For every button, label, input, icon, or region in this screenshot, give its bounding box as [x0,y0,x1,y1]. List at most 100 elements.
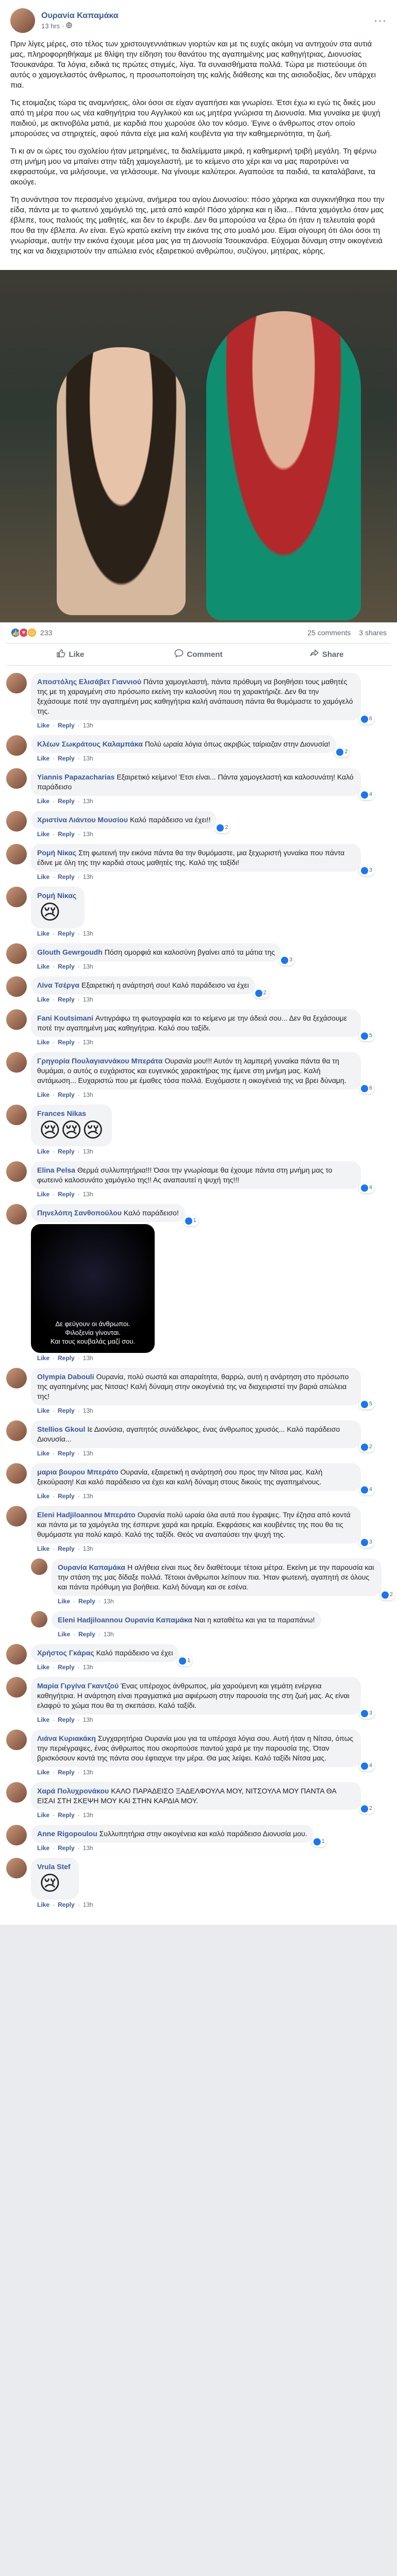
commenter-name[interactable]: Frances Nikas [37,1109,86,1117]
comment-like-link[interactable]: Like [37,1493,49,1500]
comment-time[interactable]: 13h [83,1450,93,1457]
commenter-avatar[interactable] [6,735,27,756]
mention-tag[interactable]: Μπεράτο [104,1511,136,1519]
comment-reply-link[interactable]: Reply [58,1407,75,1414]
comment-image[interactable]: Δε φεύγουν οι άνθρωποι. Φιλοξενία γίνοντα… [31,1224,155,1353]
comment-reply-link[interactable]: Reply [58,1091,75,1098]
comment-like-link[interactable]: Like [37,873,49,880]
commenter-name[interactable]: Αποστόλης Ελισάβετ Γιαννιού [37,677,141,686]
comment-reactions[interactable]: 4 [358,1760,374,1771]
comment-reply-link[interactable]: Reply [58,930,75,937]
comment-time[interactable]: 13h [83,722,93,729]
comment-reactions[interactable]: 1 [177,1655,193,1666]
comment-reactions[interactable]: 3 [358,1537,374,1548]
comment-time[interactable]: 13h [83,1091,93,1098]
commenter-name[interactable]: Γρηγορία Πουλαγιαννάκου [37,1057,129,1065]
mention-tag[interactable]: Ουρανία Καπαμάκα [125,1616,192,1624]
commenter-name[interactable]: Stellios Gkoul [37,1425,85,1433]
commenter-avatar[interactable] [6,1825,27,1845]
reactions-count[interactable]: 233 [40,629,301,637]
comment-reply-link[interactable]: Reply [58,1191,75,1198]
commenter-name[interactable]: Κλέων Σωκράτους Καλαμπάκα [37,740,143,748]
commenter-avatar[interactable] [6,976,27,997]
comment-reply-link[interactable]: Reply [58,1148,75,1155]
commenter-avatar[interactable] [6,1204,27,1225]
reaction-icons[interactable]: 👍 ♥ ☹ [10,628,37,638]
commenter-name[interactable]: Yiannis Papazacharias [37,773,114,781]
comment-reply-link[interactable]: Reply [58,1844,75,1852]
commenter-avatar[interactable] [6,673,27,693]
comment-reactions[interactable]: 3 [358,865,374,876]
comment-time[interactable]: 13h [83,1811,93,1819]
comment-reply-link[interactable]: Reply [58,1450,75,1457]
comment-reactions[interactable]: 1 [311,1836,327,1847]
commenter-name[interactable]: Fani Koutsimani [37,1014,93,1022]
comment-like-link[interactable]: Like [37,1844,49,1852]
comment-time[interactable]: 13h [83,798,93,805]
comment-reply-link[interactable]: Reply [58,1811,75,1819]
comment-time[interactable]: 13h [83,831,93,838]
comment-time[interactable]: 13h [104,1598,114,1605]
comment-like-link[interactable]: Like [58,1631,70,1638]
comment-reply-link[interactable]: Reply [58,996,75,1003]
comment-like-link[interactable]: Like [37,1148,49,1155]
comment-reactions[interactable]: 1 [183,1215,198,1226]
commenter-avatar[interactable] [6,1782,27,1803]
comment-time[interactable]: 13h [83,1148,93,1155]
comment-reactions[interactable]: 2 [214,822,230,833]
comment-like-link[interactable]: Like [37,1407,49,1414]
comment-reply-link[interactable]: Reply [58,1354,75,1362]
comment-reactions[interactable]: 2 [358,1803,374,1814]
commenter-name[interactable]: Vrula Stef [37,1862,71,1871]
comment-like-link[interactable]: Like [37,1769,49,1776]
comment-like-link[interactable]: Like [37,1450,49,1457]
commenter-avatar[interactable] [6,887,27,907]
commenter-avatar[interactable] [6,1368,27,1388]
comment-like-link[interactable]: Like [37,996,49,1003]
commenter-avatar[interactable] [6,1161,27,1182]
comment-reply-link[interactable]: Reply [78,1631,95,1638]
commenter-avatar[interactable] [6,1463,27,1484]
commenter-avatar[interactable] [6,1677,27,1698]
comment-reactions[interactable]: 2 [334,747,350,757]
comments-count[interactable]: 25 comments [307,629,351,637]
comment-reply-link[interactable]: Reply [58,1493,75,1500]
comment-reactions[interactable]: 3 [358,1708,374,1719]
share-button[interactable]: Share [262,643,391,665]
like-button[interactable]: Like [6,643,135,665]
commenter-name[interactable]: Olympia Dabouli [37,1372,94,1381]
comment-like-link[interactable]: Like [37,930,49,937]
commenter-avatar[interactable] [6,1858,27,1878]
comment-time[interactable]: 13h [83,1545,93,1552]
comment-reactions[interactable]: 6 [358,1083,374,1094]
comment-time[interactable]: 13h [83,1493,93,1500]
commenter-avatar[interactable] [31,1611,47,1628]
comment-reply-link[interactable]: Reply [58,1716,75,1723]
comment-like-link[interactable]: Like [37,755,49,762]
shares-count[interactable]: 3 shares [359,629,387,637]
comment-reply-link[interactable]: Reply [58,1664,75,1671]
comment-time[interactable]: 13h [83,1039,93,1046]
commenter-name[interactable]: Anne Rigopoulou [37,1829,97,1838]
comment-reactions[interactable]: 5 [358,1399,374,1410]
comment-like-link[interactable]: Like [37,798,49,805]
commenter-avatar[interactable] [6,1052,27,1073]
comment-like-link[interactable]: Like [37,1039,49,1046]
comment-reactions[interactable]: 3 [279,955,295,965]
comment-reply-link[interactable]: Reply [58,798,75,805]
comment-reactions[interactable]: 4 [358,1182,374,1193]
commenter-name[interactable]: Λιάνα Κυριακάκη [37,1734,96,1742]
commenter-name[interactable]: μαρια βουρου [37,1468,85,1476]
comment-time[interactable]: 13h [83,1716,93,1723]
commenter-name[interactable]: Χρήστος Γκάρας [37,1649,94,1657]
comment-time[interactable]: 13h [83,1191,93,1198]
commenter-avatar[interactable] [6,1506,27,1527]
comment-like-link[interactable]: Like [37,1811,49,1819]
commenter-name[interactable]: Glouth Gewrgoudh [37,948,103,956]
comment-time[interactable]: 13h [83,963,93,970]
commenter-avatar[interactable] [6,1105,27,1125]
comment-time[interactable]: 13h [83,873,93,880]
comment-time[interactable]: 13h [83,930,93,937]
comment-time[interactable]: 13h [83,996,93,1003]
comment-reactions[interactable]: 4 [358,789,374,800]
